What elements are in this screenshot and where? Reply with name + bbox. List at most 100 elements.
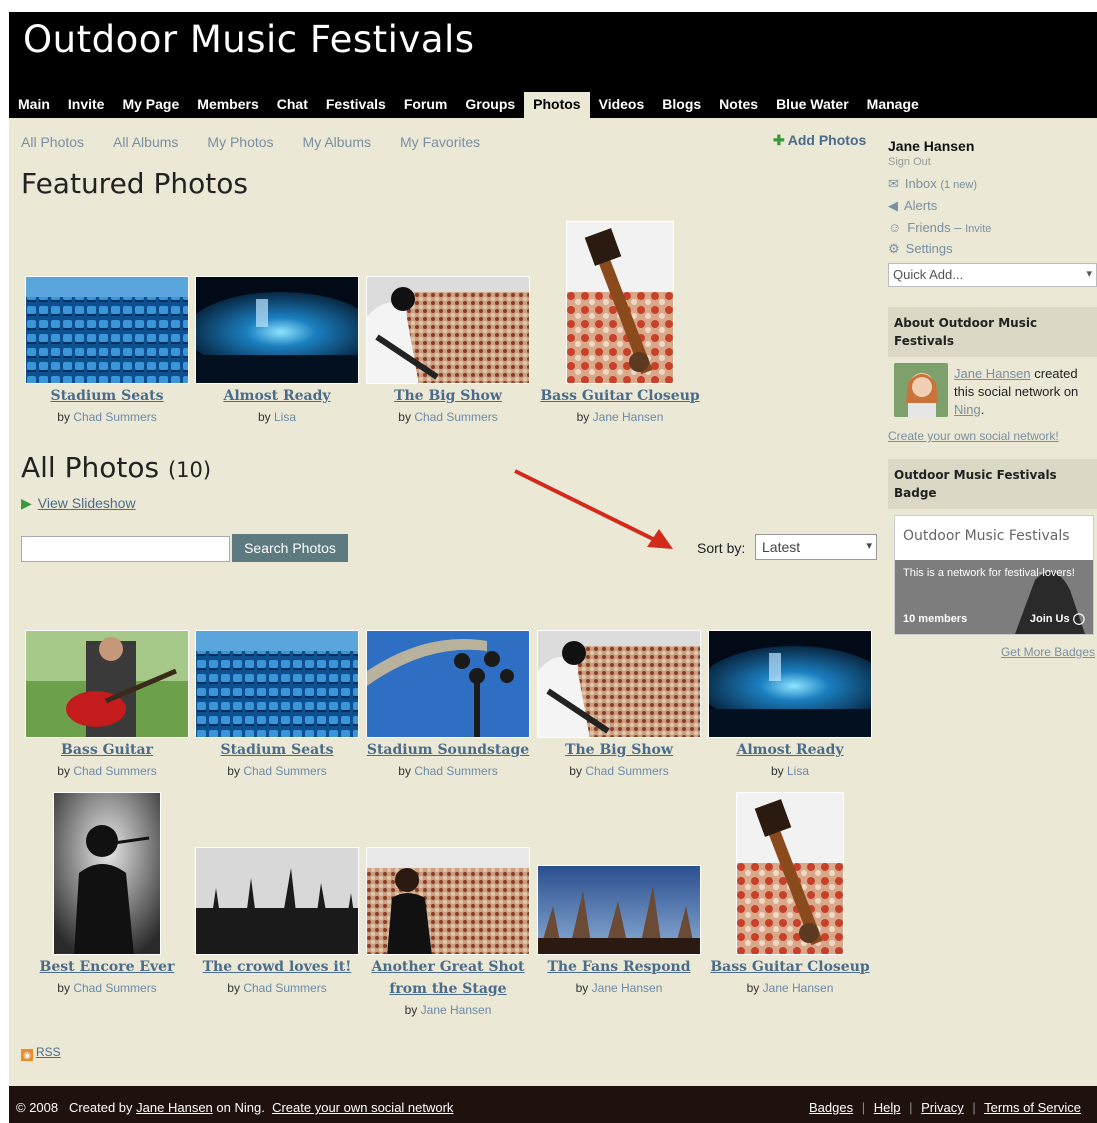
- stadium-seats-image[interactable]: [25, 276, 189, 384]
- author-link[interactable]: Jane Hansen: [592, 981, 663, 995]
- get-more-badges-link[interactable]: Get More Badges: [888, 645, 1095, 659]
- nav-main[interactable]: Main: [9, 92, 59, 118]
- avatar[interactable]: [894, 363, 948, 417]
- user-name[interactable]: Jane Hansen: [888, 138, 1097, 154]
- quick-add-select[interactable]: Quick Add... ▾: [888, 263, 1097, 287]
- network-badge[interactable]: Outdoor Music Festivals This is a networ…: [894, 515, 1094, 635]
- photo-title-link[interactable]: Bass Guitar Closeup: [708, 956, 872, 978]
- photo-title-link[interactable]: The Big Show: [537, 739, 701, 761]
- footer-privacy-link[interactable]: Privacy: [921, 1100, 964, 1115]
- photo-title-link[interactable]: Bass Guitar: [25, 739, 189, 761]
- photo-author: by Jane Hansen: [366, 1000, 530, 1020]
- nav-videos[interactable]: Videos: [590, 92, 654, 118]
- photo-title-link[interactable]: The crowd loves it!: [195, 956, 359, 978]
- author-link[interactable]: Jane Hansen: [763, 981, 834, 995]
- subnav-all-albums[interactable]: All Albums: [113, 134, 178, 150]
- friends-label: Friends: [907, 220, 951, 235]
- performer-stage-image[interactable]: [366, 847, 530, 955]
- stadium-seats-image[interactable]: [195, 630, 359, 738]
- guitarist-crowd-image[interactable]: [366, 276, 530, 384]
- sign-out-link[interactable]: Sign Out: [888, 156, 1097, 168]
- nav-notes[interactable]: Notes: [710, 92, 767, 118]
- nav-blue-water[interactable]: Blue Water: [767, 92, 858, 118]
- author-link[interactable]: Jane Hansen: [421, 1003, 492, 1017]
- photo-title-link-line2[interactable]: from the Stage: [366, 978, 530, 1000]
- author-link[interactable]: Chad Summers: [414, 764, 497, 778]
- photo-title-link[interactable]: Almost Ready: [195, 385, 359, 407]
- settings-label: Settings: [905, 241, 953, 256]
- subnav-my-albums[interactable]: My Albums: [303, 134, 371, 150]
- singer-silhouette-image[interactable]: [53, 792, 161, 955]
- subnav-my-photos[interactable]: My Photos: [207, 134, 273, 150]
- footer-creator-link[interactable]: Jane Hansen: [136, 1100, 213, 1115]
- photo-title-link[interactable]: Bass Guitar Closeup: [538, 385, 702, 407]
- footer-help-link[interactable]: Help: [874, 1100, 901, 1115]
- badge-description: This is a network for festival-lovers!: [903, 567, 1075, 579]
- photo-title-link[interactable]: The Fans Respond: [537, 956, 701, 978]
- nav-chat[interactable]: Chat: [268, 92, 317, 118]
- footer-terms-link[interactable]: Terms of Service: [984, 1100, 1081, 1115]
- stage-light-image[interactable]: [708, 630, 872, 738]
- soundstage-lights-image[interactable]: [366, 630, 530, 738]
- crowd-hands-image[interactable]: [195, 847, 359, 955]
- badge-member-count: 10 members: [903, 613, 968, 625]
- nav-members[interactable]: Members: [188, 92, 267, 118]
- footer-create-network-link[interactable]: Create your own social network: [272, 1100, 453, 1115]
- by-label: by: [576, 410, 590, 424]
- red-guitar-image[interactable]: [25, 630, 189, 738]
- nav-invite[interactable]: Invite: [59, 92, 114, 118]
- author-link[interactable]: Chad Summers: [585, 764, 668, 778]
- nav-groups[interactable]: Groups: [456, 92, 524, 118]
- author-link[interactable]: Lisa: [787, 764, 809, 778]
- nav-forum[interactable]: Forum: [395, 92, 457, 118]
- author-link[interactable]: Chad Summers: [243, 764, 326, 778]
- author-link[interactable]: Jane Hansen: [593, 410, 664, 424]
- nav-my-page[interactable]: My Page: [113, 92, 188, 118]
- author-link[interactable]: Chad Summers: [73, 764, 156, 778]
- ning-link[interactable]: Ning: [954, 402, 981, 417]
- join-us-button[interactable]: Join Us ◯: [1030, 612, 1085, 625]
- photo-title-link[interactable]: Another Great Shot: [366, 956, 530, 978]
- photo-title-link[interactable]: Stadium Seats: [195, 739, 359, 761]
- settings-link[interactable]: ⚙ Settings: [888, 241, 1097, 257]
- stage-light-image[interactable]: [195, 276, 359, 384]
- site-title[interactable]: Outdoor Music Festivals: [23, 18, 475, 61]
- copyright-text: © 2008 Created by: [16, 1100, 133, 1115]
- search-photos-button[interactable]: Search Photos: [232, 534, 348, 562]
- photo-title-link[interactable]: Stadium Seats: [25, 385, 189, 407]
- by-label: by: [227, 764, 240, 778]
- sort-by-select[interactable]: Latest ▾: [755, 534, 877, 560]
- author-link[interactable]: Chad Summers: [73, 981, 156, 995]
- nav-festivals[interactable]: Festivals: [317, 92, 395, 118]
- bass-guitar-image[interactable]: [566, 221, 674, 384]
- subnav-all-photos[interactable]: All Photos: [21, 134, 84, 150]
- creator-link[interactable]: Jane Hansen: [954, 366, 1031, 381]
- friends-link[interactable]: ☺ Friends – Invite: [888, 220, 1097, 235]
- bass-guitar-image[interactable]: [736, 792, 844, 955]
- invite-link[interactable]: Invite: [965, 223, 991, 235]
- author-link[interactable]: Chad Summers: [73, 410, 156, 424]
- nav-photos[interactable]: Photos: [524, 92, 590, 118]
- settings-icon: ⚙: [888, 241, 900, 256]
- author-link[interactable]: Chad Summers: [414, 410, 497, 424]
- view-slideshow-link[interactable]: ▶ View Slideshow: [21, 495, 136, 512]
- rss-link[interactable]: ◉ RSS: [21, 1045, 61, 1061]
- guitarist-crowd-image[interactable]: [537, 630, 701, 738]
- footer-badges-link[interactable]: Badges: [809, 1100, 853, 1115]
- author-link[interactable]: Chad Summers: [243, 981, 326, 995]
- photo-title-link[interactable]: Best Encore Ever: [25, 956, 189, 978]
- fans-hands-image[interactable]: [537, 865, 701, 955]
- author-link[interactable]: Lisa: [274, 410, 296, 424]
- nav-manage[interactable]: Manage: [858, 92, 928, 118]
- about-network-body: Jane Hansen created this social network …: [888, 363, 1097, 433]
- photo-title-link[interactable]: Almost Ready: [708, 739, 872, 761]
- photo-title-link[interactable]: Stadium Soundstage: [366, 739, 530, 761]
- quick-add-label: Quick Add...: [893, 267, 964, 282]
- search-photos-input[interactable]: [21, 536, 230, 562]
- alerts-link[interactable]: ◀ Alerts: [888, 198, 1097, 214]
- add-photos-button[interactable]: ✚ Add Photos: [773, 132, 866, 149]
- inbox-link[interactable]: ✉ Inbox (1 new): [888, 176, 1097, 192]
- photo-title-link[interactable]: The Big Show: [366, 385, 530, 407]
- nav-blogs[interactable]: Blogs: [653, 92, 710, 118]
- subnav-my-favorites[interactable]: My Favorites: [400, 134, 480, 150]
